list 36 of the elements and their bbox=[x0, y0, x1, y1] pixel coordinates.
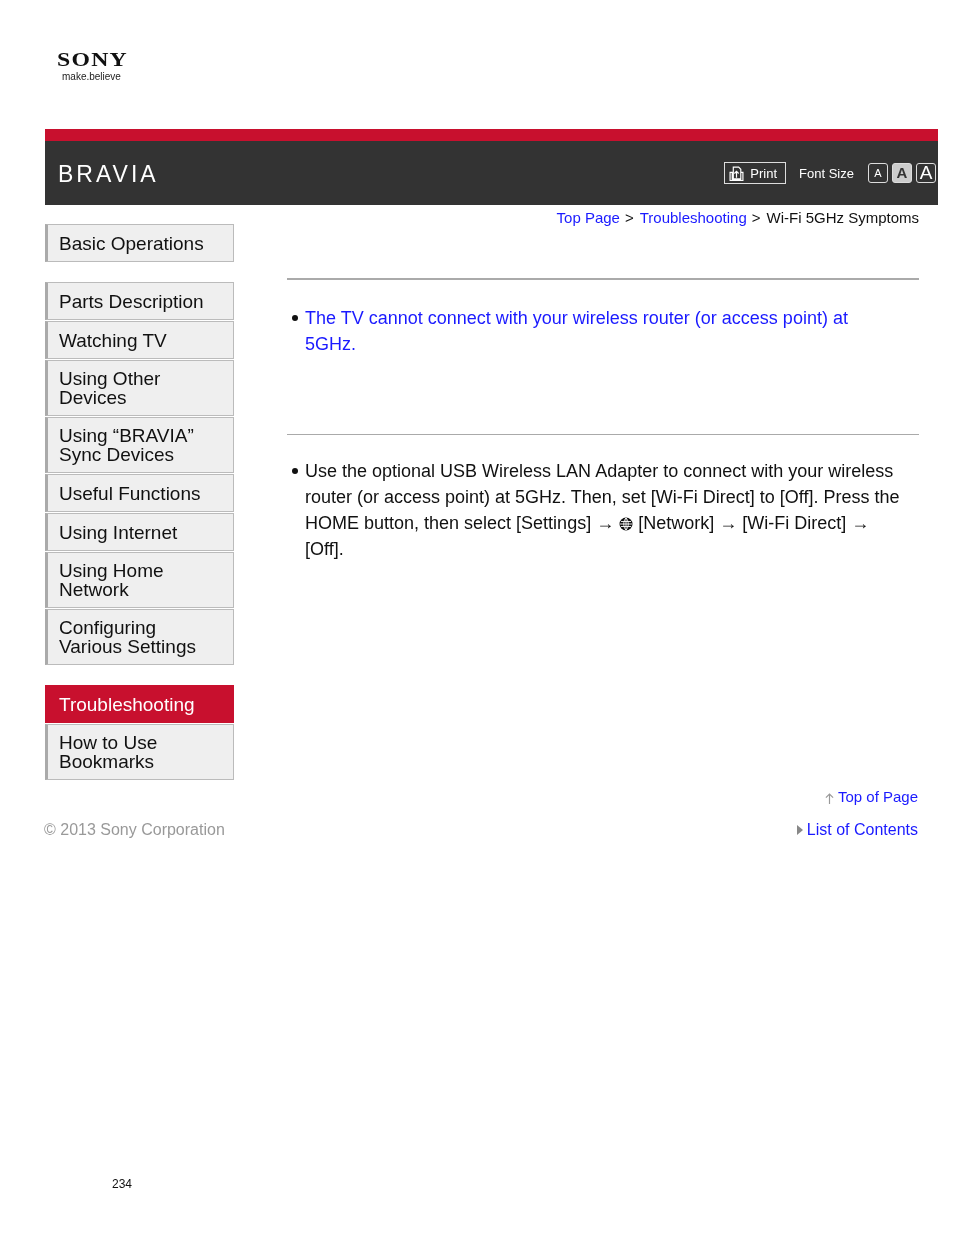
logo-text: SONY bbox=[57, 52, 128, 68]
tagline: make.believe bbox=[62, 71, 122, 82]
sidebar-item[interactable]: Using Home Network bbox=[45, 552, 234, 608]
font-size-button[interactable]: A bbox=[916, 163, 936, 183]
breadcrumb-separator: > bbox=[751, 209, 761, 226]
breadcrumb-link[interactable]: Troubleshooting bbox=[639, 209, 747, 226]
product-name: BRAVIA bbox=[58, 160, 159, 188]
breadcrumb-link[interactable]: Top Page bbox=[556, 209, 620, 226]
copyright-text: © 2013 Sony Corporation bbox=[44, 821, 225, 839]
sidebar-item[interactable]: Configuring Various Settings bbox=[45, 609, 234, 665]
sidebar-item[interactable]: Basic Operations bbox=[45, 224, 234, 262]
list-of-contents-link[interactable]: List of Contents bbox=[806, 821, 918, 839]
font-size-button[interactable]: A bbox=[892, 163, 912, 183]
sidebar-item[interactable]: Using “BRAVIA” Sync Devices bbox=[45, 417, 234, 473]
font-size-button[interactable]: A bbox=[868, 163, 888, 183]
page-number: 234 bbox=[112, 1177, 133, 1191]
sidebar-item[interactable]: Troubleshooting bbox=[45, 685, 234, 723]
bullet-icon bbox=[292, 468, 298, 474]
sidebar-item[interactable]: How to Use Bookmarks bbox=[45, 724, 234, 780]
sidebar-item[interactable]: Parts Description bbox=[45, 282, 234, 320]
breadcrumb-separator: > bbox=[624, 209, 634, 226]
bullet-icon bbox=[292, 315, 298, 321]
solution-text: Use the optional USB Wireless LAN Adapter to connect with your wireless router (or access point) at 5GHz. Then, set [Wi-Fi Direct] to [Off]. Press the HOME button, then select [Settings] → [Network] → [Wi-Fi Direct] → [Off]. bbox=[305, 460, 901, 561]
sidebar-item[interactable]: Using Internet bbox=[45, 513, 234, 551]
triangle-icon bbox=[796, 825, 803, 835]
symptom-link[interactable]: The TV cannot connect with your wireless router (or access point) at 5GHz. bbox=[305, 305, 870, 357]
sidebar-item[interactable]: Using Other Devices bbox=[45, 360, 234, 416]
print-icon bbox=[729, 165, 745, 181]
print-button[interactable]: Print bbox=[724, 162, 787, 184]
sidebar-item[interactable]: Useful Functions bbox=[45, 474, 234, 512]
up-arrow-icon bbox=[824, 792, 834, 805]
breadcrumb-current: Wi-Fi 5GHz Symptoms bbox=[766, 209, 919, 226]
globe-icon bbox=[619, 517, 634, 531]
sidebar-item[interactable]: Watching TV bbox=[45, 321, 234, 359]
font-size-label: Font Size bbox=[799, 165, 854, 181]
top-of-page-link[interactable]: Top of Page bbox=[837, 788, 918, 805]
